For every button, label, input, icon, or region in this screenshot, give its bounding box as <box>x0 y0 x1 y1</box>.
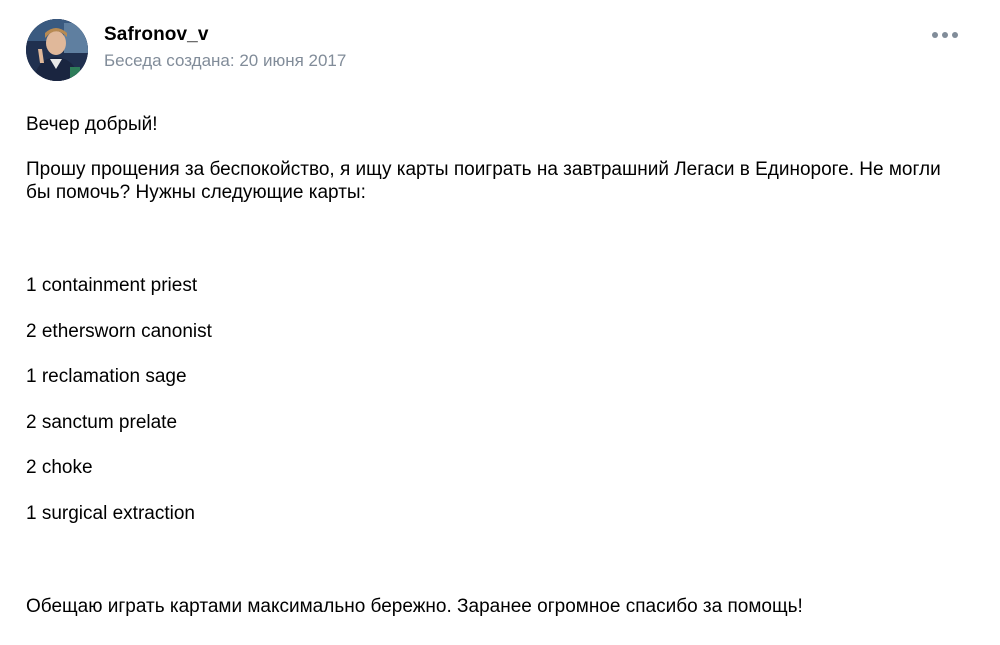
list-item: 2 sanctum prelate <box>26 411 178 433</box>
post-header: Safronov_v Беседа создана: 20 июня 2017 <box>26 19 346 81</box>
more-horizontal-icon-dot <box>942 32 948 38</box>
more-horizontal-icon <box>932 32 938 38</box>
message-greeting: Вечер добрый! <box>26 114 158 135</box>
card-list: 1 containment priest 2 ethersworn canoni… <box>26 274 212 548</box>
message-request: Прошу прощения за беспокойство, я ищу ка… <box>26 159 941 203</box>
avatar[interactable] <box>26 19 88 81</box>
list-item: 1 containment priest <box>26 275 198 296</box>
more-horizontal-icon-dot <box>952 32 958 38</box>
list-item: 1 surgical extraction <box>26 502 195 524</box>
author-info: Safronov_v Беседа создана: 20 июня 2017 <box>104 19 346 71</box>
conversation-created-date: Беседа создана: 20 июня 2017 <box>104 51 347 70</box>
list-item: 2 ethersworn canonist <box>26 320 212 342</box>
author-name[interactable]: Safronov_v <box>104 24 346 46</box>
list-item: 1 reclamation sage <box>26 366 187 388</box>
more-options-button[interactable] <box>932 28 958 42</box>
conversation-post: Safronov_v Беседа создана: 20 июня 2017 … <box>0 0 1000 645</box>
list-item: 2 choke <box>26 457 93 479</box>
message-closing: Обещаю играть картами максимально бережн… <box>26 596 803 617</box>
avatar-photo <box>26 19 88 81</box>
